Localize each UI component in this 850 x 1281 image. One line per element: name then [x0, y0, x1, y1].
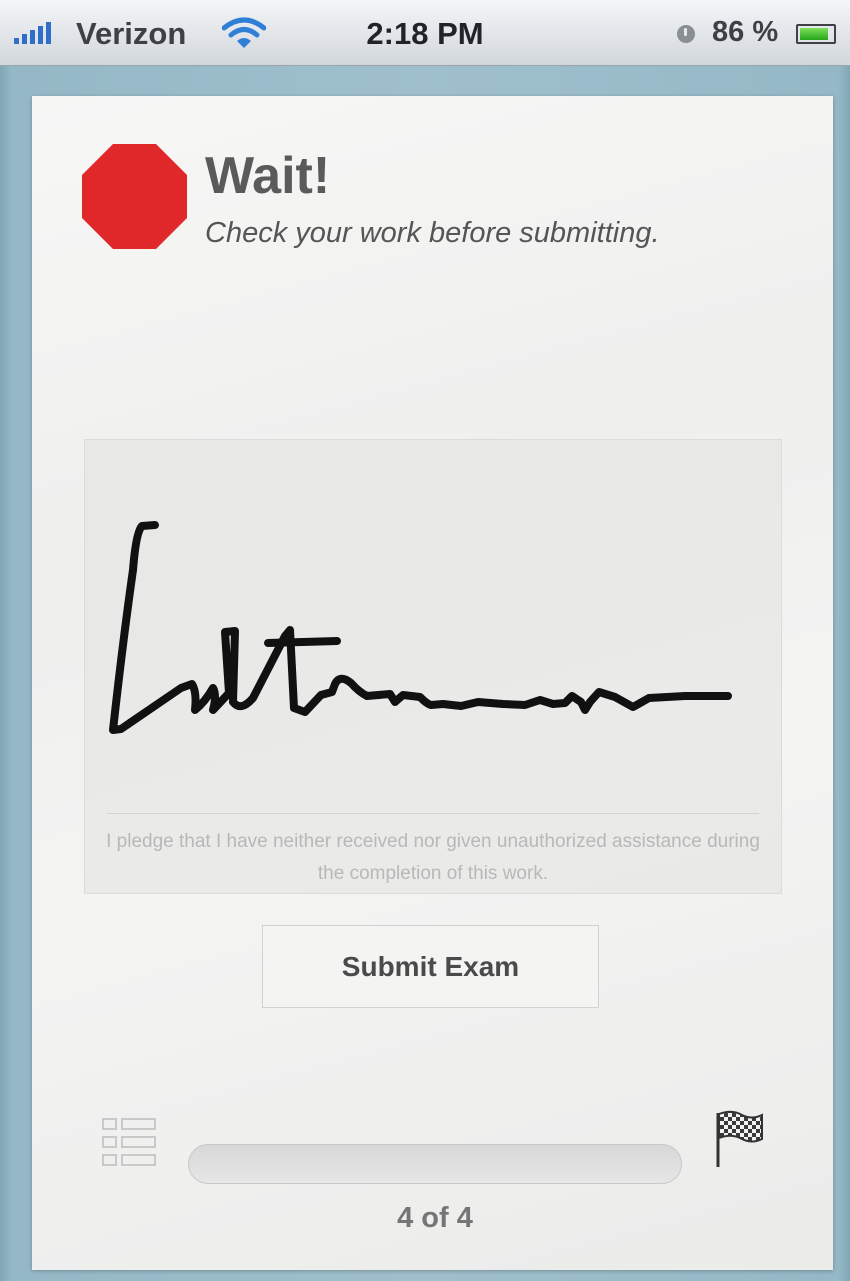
page-subtitle: Check your work before submitting.: [205, 217, 660, 249]
stop-sign-icon: [82, 144, 187, 249]
checkered-flag-icon[interactable]: [712, 1109, 766, 1169]
battery-percent: 86 %: [712, 16, 779, 48]
status-bar: Verizon 2:18 PM 86 %: [0, 0, 850, 66]
battery-level: [800, 28, 828, 40]
exam-progress-fill: [189, 1145, 681, 1183]
signature-line: [107, 813, 759, 814]
exam-progress-bar: [188, 1144, 682, 1184]
page-title: Wait!: [205, 147, 331, 205]
page-counter: 4 of 4: [397, 1202, 473, 1234]
question-list-icon[interactable]: [102, 1116, 158, 1172]
honor-pledge-text: I pledge that I have neither received no…: [106, 831, 760, 884]
battery-icon: [796, 24, 836, 44]
exam-submit-card: Wait! Check your work before submitting.…: [32, 96, 833, 1270]
submit-exam-button[interactable]: Submit Exam: [262, 925, 599, 1008]
rotation-lock-icon: [677, 25, 695, 43]
signature-pad[interactable]: I pledge that I have neither received no…: [84, 439, 782, 894]
